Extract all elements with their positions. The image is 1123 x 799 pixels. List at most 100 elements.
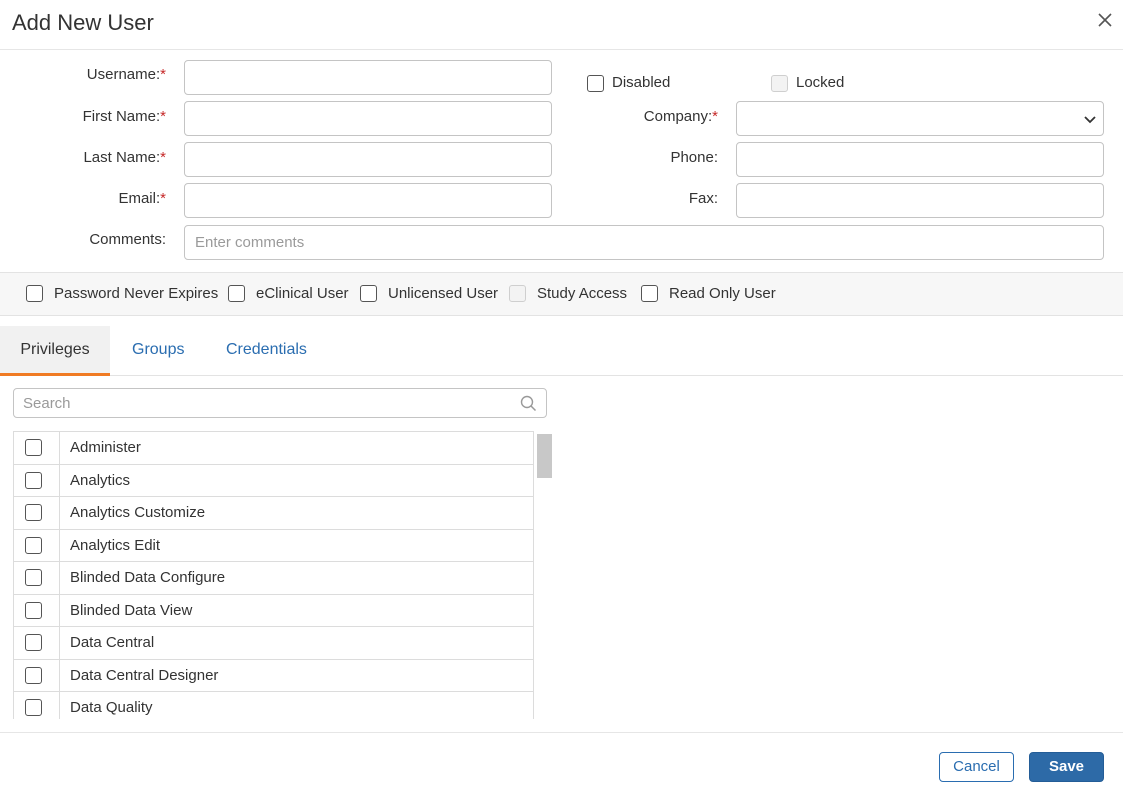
company-label-text: Company: xyxy=(643,108,713,125)
row-checkbox-cell xyxy=(14,659,60,691)
row-checkbox[interactable] xyxy=(25,601,42,619)
row-checkbox-cell xyxy=(14,692,60,719)
company-select[interactable] xyxy=(736,101,1104,136)
row-checkbox-cell xyxy=(14,432,60,464)
search-input[interactable] xyxy=(14,389,504,417)
read-only-user-checkbox[interactable] xyxy=(641,285,658,302)
dialog-title: Add New User xyxy=(12,10,154,35)
list-item: Analytics Customize xyxy=(14,497,533,530)
search-icon[interactable] xyxy=(520,395,537,412)
username-input[interactable] xyxy=(184,60,552,95)
tab-credentials[interactable]: Credentials xyxy=(226,326,307,376)
privilege-name: Data Central xyxy=(70,634,155,651)
row-checkbox-cell xyxy=(14,464,60,496)
list-item: Administer xyxy=(14,432,533,465)
row-checkbox[interactable] xyxy=(25,439,42,456)
last-name-label: Last Name:* xyxy=(60,149,166,166)
tab-groups-label: Groups xyxy=(132,341,185,358)
row-checkbox[interactable] xyxy=(25,634,42,651)
comments-input[interactable] xyxy=(184,225,1104,260)
first-name-input[interactable] xyxy=(184,101,552,136)
row-checkbox-cell xyxy=(14,562,60,594)
list-item: Analytics xyxy=(14,464,533,497)
dialog-header: Add New User xyxy=(0,0,1123,50)
tab-credentials-label: Credentials xyxy=(226,341,307,358)
eclinical-user-label: eClinical User xyxy=(256,285,349,302)
privilege-search xyxy=(13,388,547,418)
close-icon[interactable] xyxy=(1097,12,1113,28)
list-scrollbar[interactable] xyxy=(537,434,552,478)
required-marker: * xyxy=(160,190,166,207)
row-checkbox-cell xyxy=(14,529,60,561)
first-name-label: First Name:* xyxy=(60,108,166,125)
privilege-name: Analytics Edit xyxy=(70,536,161,554)
privilege-name: Analytics Customize xyxy=(70,504,206,521)
disabled-label: Disabled xyxy=(612,74,671,91)
study-access-label: Study Access xyxy=(537,285,628,302)
chevron-down-icon xyxy=(1084,116,1096,124)
tab-groups[interactable]: Groups xyxy=(132,326,184,376)
row-checkbox-cell xyxy=(14,497,60,529)
read-only-user-label: Read Only User xyxy=(669,285,776,302)
unlicensed-user-label: Unlicensed User xyxy=(388,285,499,302)
list-item: Data Central xyxy=(14,627,533,660)
unlicensed-user-checkbox[interactable] xyxy=(360,285,377,302)
add-user-dialog: Add New User Username:* First Name:* Las… xyxy=(0,0,1123,799)
list-item: Blinded Data Configure xyxy=(14,562,533,595)
row-checkbox[interactable] xyxy=(25,471,42,489)
required-marker: * xyxy=(160,66,166,83)
save-button[interactable]: Save xyxy=(1029,752,1104,782)
locked-checkbox xyxy=(771,75,788,92)
study-access-checkbox xyxy=(509,285,526,302)
required-marker: * xyxy=(160,149,166,166)
list-item: Blinded Data View xyxy=(14,594,533,627)
row-checkbox[interactable] xyxy=(25,504,42,521)
cancel-button[interactable]: Cancel xyxy=(939,752,1014,782)
eclinical-user-checkbox[interactable] xyxy=(228,285,245,302)
comments-label-text: Comments: xyxy=(89,231,166,248)
tab-privileges-label: Privileges xyxy=(20,341,90,358)
fax-label-text: Fax: xyxy=(688,190,718,207)
privilege-name: Blinded Data Configure xyxy=(70,569,226,586)
list-item: Data Quality xyxy=(14,692,533,719)
comments-label: Comments: xyxy=(60,231,166,248)
phone-label-text: Phone: xyxy=(670,149,718,166)
row-checkbox[interactable] xyxy=(25,699,42,716)
phone-input[interactable] xyxy=(736,142,1104,177)
row-checkbox-cell xyxy=(14,594,60,626)
username-label: Username:* xyxy=(60,66,166,83)
tab-privileges[interactable]: Privileges xyxy=(0,326,110,376)
phone-label: Phone: xyxy=(600,149,718,166)
privilege-name: Blinded Data View xyxy=(70,601,193,619)
locked-label: Locked xyxy=(796,74,845,91)
privilege-name: Data Quality xyxy=(70,699,153,716)
password-never-expires-checkbox[interactable] xyxy=(26,285,43,302)
row-checkbox[interactable] xyxy=(25,569,42,586)
privileges-list: Administer Analytics Analytics Customize… xyxy=(13,431,534,719)
privilege-name: Administer xyxy=(70,439,141,456)
first-name-label-text: First Name: xyxy=(82,108,161,125)
list-item: Analytics Edit xyxy=(14,529,533,562)
fax-label: Fax: xyxy=(600,190,718,207)
last-name-label-text: Last Name: xyxy=(83,149,161,166)
required-marker: * xyxy=(712,108,718,125)
email-label: Email:* xyxy=(60,190,166,207)
dialog-footer: Cancel Save xyxy=(0,732,1123,799)
username-label-text: Username: xyxy=(86,66,161,83)
list-item: Data Central Designer xyxy=(14,659,533,692)
fax-input[interactable] xyxy=(736,183,1104,218)
email-input[interactable] xyxy=(184,183,552,218)
last-name-input[interactable] xyxy=(184,142,552,177)
required-marker: * xyxy=(160,108,166,125)
user-tabs: Privileges Groups Credentials xyxy=(0,326,1123,376)
disabled-checkbox[interactable] xyxy=(587,75,604,92)
company-label: Company:* xyxy=(600,108,718,125)
password-never-expires-label: Password Never Expires xyxy=(54,285,219,302)
row-checkbox[interactable] xyxy=(25,666,42,684)
privilege-name: Data Central Designer xyxy=(70,666,219,684)
user-options-bar: Password Never Expires eClinical User Un… xyxy=(0,272,1123,316)
email-label-text: Email: xyxy=(118,190,161,207)
privilege-name: Analytics xyxy=(70,471,131,489)
row-checkbox-cell xyxy=(14,627,60,659)
row-checkbox[interactable] xyxy=(25,536,42,554)
